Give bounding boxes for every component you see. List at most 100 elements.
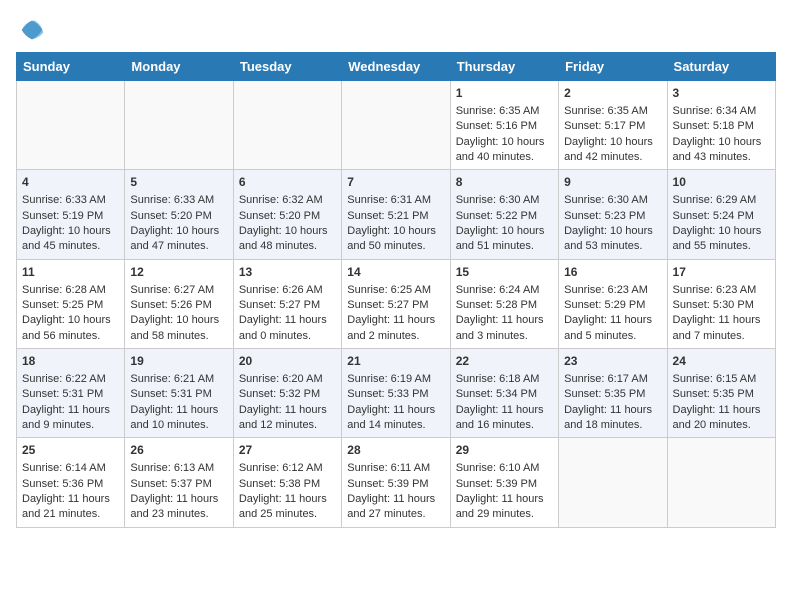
day-number: 28 <box>347 442 444 459</box>
calendar-cell: 13Sunrise: 6:26 AMSunset: 5:27 PMDayligh… <box>233 259 341 348</box>
calendar-cell: 3Sunrise: 6:34 AMSunset: 5:18 PMDaylight… <box>667 81 775 170</box>
header-sunday: Sunday <box>17 53 125 81</box>
calendar-cell: 29Sunrise: 6:10 AMSunset: 5:39 PMDayligh… <box>450 438 558 527</box>
day-info: Sunrise: 6:33 AM <box>130 193 227 208</box>
day-info: and 21 minutes. <box>22 507 119 522</box>
day-info: Daylight: 11 hours <box>347 492 444 507</box>
day-info: Sunset: 5:34 PM <box>456 387 553 402</box>
calendar: SundayMondayTuesdayWednesdayThursdayFrid… <box>16 52 776 528</box>
day-info: Sunrise: 6:19 AM <box>347 372 444 387</box>
day-info: Sunrise: 6:14 AM <box>22 461 119 476</box>
calendar-cell: 1Sunrise: 6:35 AMSunset: 5:16 PMDaylight… <box>450 81 558 170</box>
day-info: Daylight: 11 hours <box>239 313 336 328</box>
logo <box>16 16 46 44</box>
calendar-cell: 2Sunrise: 6:35 AMSunset: 5:17 PMDaylight… <box>559 81 667 170</box>
day-number: 10 <box>673 174 770 191</box>
day-info: and 29 minutes. <box>456 507 553 522</box>
day-info: Sunrise: 6:31 AM <box>347 193 444 208</box>
calendar-cell <box>342 81 450 170</box>
day-info: and 20 minutes. <box>673 418 770 433</box>
day-number: 3 <box>673 85 770 102</box>
day-number: 24 <box>673 353 770 370</box>
day-info: Sunrise: 6:32 AM <box>239 193 336 208</box>
day-info: Sunset: 5:35 PM <box>673 387 770 402</box>
day-info: Daylight: 11 hours <box>22 492 119 507</box>
calendar-week-row: 11Sunrise: 6:28 AMSunset: 5:25 PMDayligh… <box>17 259 776 348</box>
day-info: Sunset: 5:31 PM <box>130 387 227 402</box>
calendar-cell: 10Sunrise: 6:29 AMSunset: 5:24 PMDayligh… <box>667 170 775 259</box>
day-info: Sunset: 5:25 PM <box>22 298 119 313</box>
day-number: 26 <box>130 442 227 459</box>
day-info: Sunset: 5:39 PM <box>347 477 444 492</box>
header-monday: Monday <box>125 53 233 81</box>
day-info: Sunset: 5:29 PM <box>564 298 661 313</box>
day-info: Sunset: 5:28 PM <box>456 298 553 313</box>
day-info: Sunset: 5:22 PM <box>456 209 553 224</box>
day-info: Daylight: 11 hours <box>239 403 336 418</box>
day-number: 21 <box>347 353 444 370</box>
day-info: and 48 minutes. <box>239 239 336 254</box>
day-info: and 0 minutes. <box>239 329 336 344</box>
calendar-header-row: SundayMondayTuesdayWednesdayThursdayFrid… <box>17 53 776 81</box>
calendar-week-row: 25Sunrise: 6:14 AMSunset: 5:36 PMDayligh… <box>17 438 776 527</box>
day-info: Sunrise: 6:28 AM <box>22 283 119 298</box>
day-info: and 43 minutes. <box>673 150 770 165</box>
calendar-cell: 16Sunrise: 6:23 AMSunset: 5:29 PMDayligh… <box>559 259 667 348</box>
day-number: 5 <box>130 174 227 191</box>
day-number: 29 <box>456 442 553 459</box>
day-info: Sunset: 5:21 PM <box>347 209 444 224</box>
day-info: Sunset: 5:38 PM <box>239 477 336 492</box>
calendar-cell <box>667 438 775 527</box>
day-info: and 53 minutes. <box>564 239 661 254</box>
day-number: 1 <box>456 85 553 102</box>
day-info: and 12 minutes. <box>239 418 336 433</box>
day-info: and 25 minutes. <box>239 507 336 522</box>
calendar-cell: 9Sunrise: 6:30 AMSunset: 5:23 PMDaylight… <box>559 170 667 259</box>
day-info: Daylight: 10 hours <box>673 135 770 150</box>
day-info: Sunset: 5:20 PM <box>130 209 227 224</box>
calendar-cell: 18Sunrise: 6:22 AMSunset: 5:31 PMDayligh… <box>17 349 125 438</box>
day-info: and 42 minutes. <box>564 150 661 165</box>
day-info: Sunset: 5:32 PM <box>239 387 336 402</box>
day-number: 9 <box>564 174 661 191</box>
day-info: Daylight: 11 hours <box>673 403 770 418</box>
calendar-cell: 8Sunrise: 6:30 AMSunset: 5:22 PMDaylight… <box>450 170 558 259</box>
day-info: and 2 minutes. <box>347 329 444 344</box>
day-number: 7 <box>347 174 444 191</box>
day-number: 6 <box>239 174 336 191</box>
day-info: Daylight: 10 hours <box>130 313 227 328</box>
day-info: and 9 minutes. <box>22 418 119 433</box>
day-info: Daylight: 10 hours <box>564 224 661 239</box>
day-info: Sunset: 5:30 PM <box>673 298 770 313</box>
calendar-cell: 22Sunrise: 6:18 AMSunset: 5:34 PMDayligh… <box>450 349 558 438</box>
calendar-cell <box>125 81 233 170</box>
day-info: Sunrise: 6:25 AM <box>347 283 444 298</box>
calendar-cell: 12Sunrise: 6:27 AMSunset: 5:26 PMDayligh… <box>125 259 233 348</box>
day-info: and 14 minutes. <box>347 418 444 433</box>
day-info: Sunrise: 6:35 AM <box>564 104 661 119</box>
day-info: Sunrise: 6:30 AM <box>456 193 553 208</box>
calendar-week-row: 18Sunrise: 6:22 AMSunset: 5:31 PMDayligh… <box>17 349 776 438</box>
calendar-cell: 7Sunrise: 6:31 AMSunset: 5:21 PMDaylight… <box>342 170 450 259</box>
calendar-cell: 25Sunrise: 6:14 AMSunset: 5:36 PMDayligh… <box>17 438 125 527</box>
day-info: Sunset: 5:20 PM <box>239 209 336 224</box>
header-tuesday: Tuesday <box>233 53 341 81</box>
day-info: and 40 minutes. <box>456 150 553 165</box>
day-info: Sunrise: 6:29 AM <box>673 193 770 208</box>
day-info: Sunset: 5:27 PM <box>347 298 444 313</box>
calendar-cell: 21Sunrise: 6:19 AMSunset: 5:33 PMDayligh… <box>342 349 450 438</box>
day-info: and 45 minutes. <box>22 239 119 254</box>
day-info: Sunrise: 6:33 AM <box>22 193 119 208</box>
day-number: 14 <box>347 264 444 281</box>
day-info: Daylight: 11 hours <box>239 492 336 507</box>
day-info: Sunrise: 6:30 AM <box>564 193 661 208</box>
day-info: and 16 minutes. <box>456 418 553 433</box>
day-info: Daylight: 11 hours <box>564 403 661 418</box>
calendar-cell: 11Sunrise: 6:28 AMSunset: 5:25 PMDayligh… <box>17 259 125 348</box>
day-info: Sunset: 5:31 PM <box>22 387 119 402</box>
day-info: and 56 minutes. <box>22 329 119 344</box>
day-info: Sunrise: 6:34 AM <box>673 104 770 119</box>
day-number: 20 <box>239 353 336 370</box>
day-info: Sunset: 5:33 PM <box>347 387 444 402</box>
calendar-cell: 24Sunrise: 6:15 AMSunset: 5:35 PMDayligh… <box>667 349 775 438</box>
